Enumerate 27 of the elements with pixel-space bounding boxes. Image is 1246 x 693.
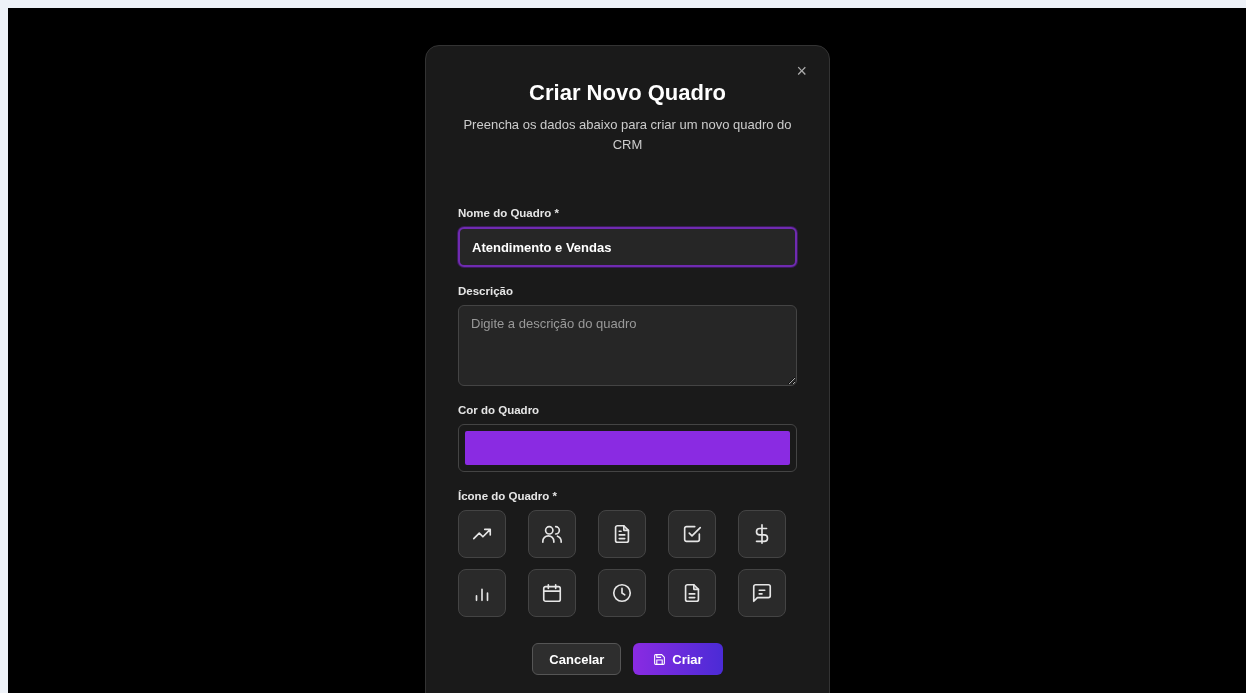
color-picker-field[interactable] — [458, 424, 797, 472]
icon-option-button[interactable] — [528, 510, 576, 558]
description-input-field[interactable]: Digite a descrição do quadro — [458, 305, 797, 386]
icon-option-button[interactable] — [738, 569, 786, 617]
icon-option-button[interactable] — [668, 510, 716, 558]
field-label: Ícone do Quadro * — [458, 490, 559, 502]
icon-option-button[interactable] — [738, 510, 786, 558]
message-icon — [751, 582, 773, 604]
field-label: Cor do Quadro — [458, 404, 541, 416]
icon-option-button[interactable] — [598, 510, 646, 558]
users-icon — [541, 523, 563, 545]
create-button[interactable]: Criar — [633, 643, 723, 675]
icon-option-button[interactable] — [528, 569, 576, 617]
field-label: Nome do Quadro * — [458, 207, 560, 219]
checkbox-icon — [681, 523, 703, 545]
name-input-field[interactable]: Atendimento e Vendas — [458, 227, 797, 267]
field-label: Descrição — [458, 285, 514, 297]
dialog-title: Criar Novo Quadro — [528, 80, 727, 106]
icon-option-button[interactable] — [598, 569, 646, 617]
dialog-subtitle: Preencha os dados abaixo para criar um novo quadro do CRM — [462, 116, 793, 154]
cancel-button[interactable]: Cancelar — [532, 643, 622, 675]
icon-option-button[interactable] — [458, 510, 506, 558]
save-icon — [653, 652, 667, 666]
calendar-icon — [541, 582, 563, 604]
icon-option-button[interactable] — [668, 569, 716, 617]
clock-icon — [611, 582, 633, 604]
close-button[interactable]: × — [794, 62, 809, 80]
